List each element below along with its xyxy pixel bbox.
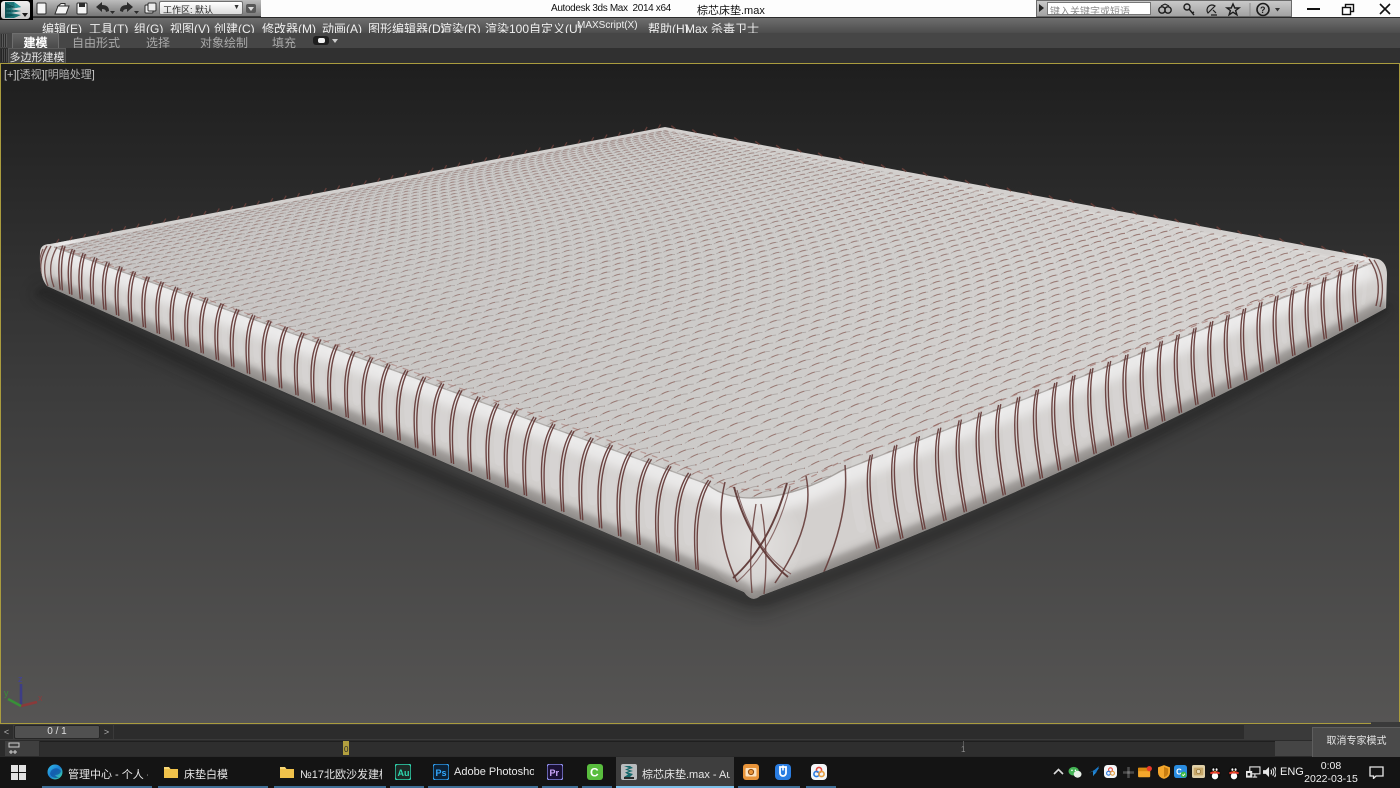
svg-text:y: y (4, 688, 9, 698)
svg-text:?: ? (1260, 5, 1266, 15)
svg-text:z: z (18, 674, 23, 684)
svg-text:x: x (38, 693, 43, 703)
